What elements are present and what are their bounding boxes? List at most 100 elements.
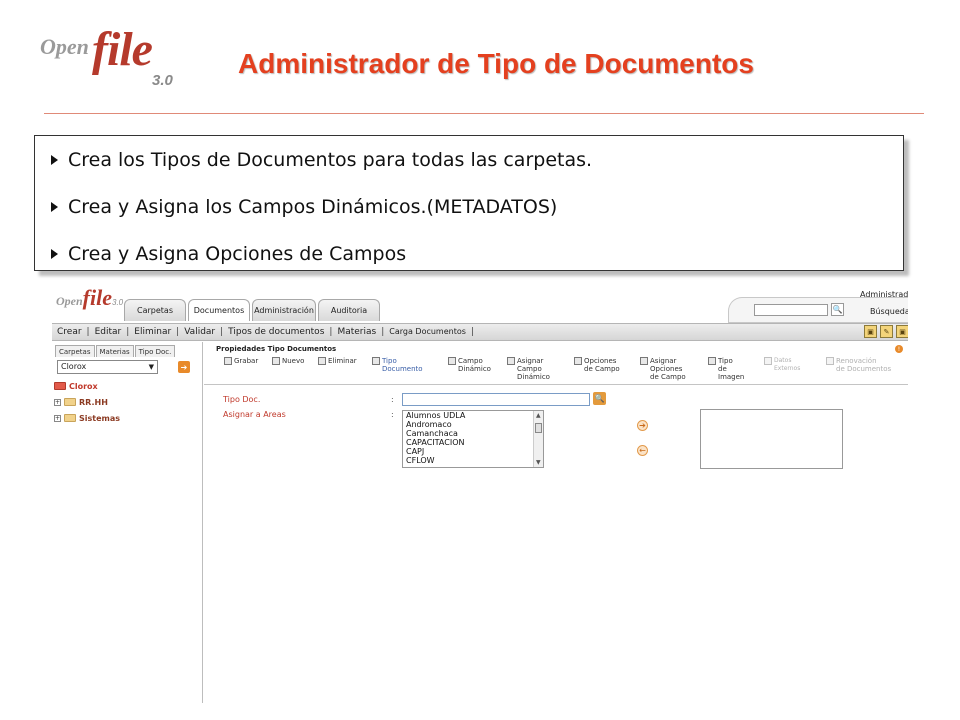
list-item[interactable]: CAPJ [403,447,543,456]
tree-node-label: Sistemas [79,413,121,423]
left-tab-materias[interactable]: Materias [95,345,134,357]
folder-icon [54,382,66,390]
chevron-down-icon: ▼ [148,363,154,371]
app-logo-file: file [82,285,112,310]
menu-validar[interactable]: Validar [181,327,218,337]
nuevo-button[interactable]: Nuevo [272,357,304,365]
campo-dinamico-button[interactable]: Campo Dinámico [448,357,491,373]
tree-node[interactable]: + Sistemas [54,410,120,426]
menu-separator: | [381,327,385,337]
tipo-documento-button[interactable]: Tipo Documento [372,357,423,373]
list-item[interactable]: CAPACITACION [403,438,543,447]
field-icon [448,357,456,365]
areas-available-list[interactable]: Alumnos UDLA Andromaco Camanchaca CAPACI… [402,410,544,468]
grabar-button[interactable]: Grabar [224,357,258,365]
app-logo-open: Open [56,294,83,308]
app-header: Openfile3.0 Carpetas Documentos Administ… [52,283,908,323]
move-right-icon[interactable]: ➔ [637,420,648,431]
client-select[interactable]: Clorox ▼ [57,360,158,374]
action-menu: Crear | Editar | Eliminar | Validar | Ti… [52,323,908,341]
menu-crear[interactable]: Crear [54,327,85,337]
list-scrollbar[interactable]: ▲ ▼ [533,411,543,467]
assign-icon [507,357,515,365]
tipo-doc-colon: : [391,395,394,404]
menu-carga-documentos[interactable]: Carga Documentos [386,327,469,337]
section-header: Propiedades Tipo Documentos [216,345,337,353]
bullet-item: Crea los Tipos de Documentos para todas … [51,149,592,171]
search-input[interactable] [754,304,828,316]
bullet-item: Crea y Asigna los Campos Dinámicos.(META… [51,196,557,218]
areas-assigned-list[interactable] [700,409,843,469]
bullet-item: Crea y Asigna Opciones de Campos [51,243,406,265]
search-icon[interactable]: 🔍 [593,392,606,405]
lock-icon[interactable]: ▣ [864,325,877,338]
tipo-imagen-button[interactable]: Tipo de Imagen [708,357,744,381]
tipo-doc-label: Tipo Doc. [223,395,261,404]
menu-materias[interactable]: Materias [334,327,379,337]
expand-icon[interactable]: + [54,414,61,422]
tab-carpetas[interactable]: Carpetas [124,299,186,321]
left-tab-carpetas[interactable]: Carpetas [55,345,95,357]
asignar-areas-colon: : [391,410,394,419]
app-logo: Openfile3.0 [56,285,123,311]
external-data-icon [764,357,772,365]
folder-edit-icon[interactable]: ✎ [880,325,893,338]
openfile-logo: Open file 3.0 [40,23,200,94]
folder-lock-icon[interactable]: ▣ [896,325,908,338]
datos-externos-button[interactable]: Datos Externos [764,357,800,373]
logo-open-text: Open [40,34,89,59]
left-panel: Carpetas Materias Tipo Doc. Clorox ▼ ➔ C… [52,342,203,703]
main-tabs: Carpetas Documentos Administración Audit… [124,299,382,321]
scroll-up-icon[interactable]: ▲ [536,412,541,419]
app-logo-version: 3.0 [112,298,124,307]
slide-title: Administrador de Tipo de Documentos [238,48,754,79]
menu-right-icons: ▣ ✎ ▣ [864,325,908,338]
list-item[interactable]: Alumnos UDLA [403,411,543,420]
menu-tipos-documentos[interactable]: Tipos de documentos [225,327,327,337]
tipo-doc-input[interactable] [402,393,590,406]
scroll-down-icon[interactable]: ▼ [536,459,541,466]
bullet-text: Crea los Tipos de Documentos para todas … [68,149,593,171]
menu-separator: | [329,327,333,337]
options-icon [574,357,582,365]
asignar-campo-dinamico-button[interactable]: Asignar Campo Dinámico [507,357,550,381]
folder-tree: Clorox + RR.HH + Sistemas [54,378,120,426]
bullet-text: Crea y Asigna los Campos Dinámicos.(META… [68,196,558,218]
expand-icon[interactable]: + [54,398,61,406]
left-tab-tipo-doc[interactable]: Tipo Doc. [134,345,176,357]
move-left-icon[interactable]: ← [637,445,648,456]
image-icon [708,357,716,365]
tab-administracion[interactable]: Administración [252,299,316,321]
tree-node[interactable]: + RR.HH [54,394,120,410]
assign-options-icon [640,357,648,365]
new-icon [272,357,280,365]
eliminar-button[interactable]: Eliminar [318,357,357,365]
tab-auditoria[interactable]: Auditoria [318,299,380,321]
tree-node-root[interactable]: Clorox [54,378,120,394]
list-item[interactable]: Camanchaca [403,429,543,438]
tree-node-label: RR.HH [79,397,108,407]
bullet-box: Crea los Tipos de Documentos para todas … [34,135,904,271]
asignar-areas-label: Asignar a Areas [223,410,286,419]
bullet-arrow-icon [51,249,58,259]
menu-separator: | [220,327,224,337]
menu-separator: | [86,327,90,337]
list-item[interactable]: Andromaco [403,420,543,429]
go-arrow-icon[interactable]: ➔ [178,361,190,373]
trash-icon [318,357,326,365]
scroll-thumb[interactable] [535,423,542,433]
renovacion-documentos-button[interactable]: Renovación de Documentos [826,357,891,373]
bullet-text: Crea y Asigna Opciones de Campos [68,243,407,265]
info-icon[interactable]: ! [895,345,903,353]
list-item[interactable]: CFLOW [403,456,543,465]
search-icon[interactable]: 🔍 [831,303,844,316]
menu-eliminar[interactable]: Eliminar [131,327,174,337]
tab-documentos[interactable]: Documentos [188,299,250,321]
search-label[interactable]: Búsqueda [870,307,908,316]
title-divider [44,113,924,114]
opciones-campo-button[interactable]: Opciones de Campo [574,357,620,373]
asignar-opciones-campo-button[interactable]: Asignar Opciones de Campo [640,357,686,381]
folder-icon [64,398,76,406]
document-icon [372,357,380,365]
menu-editar[interactable]: Editar [92,327,125,337]
